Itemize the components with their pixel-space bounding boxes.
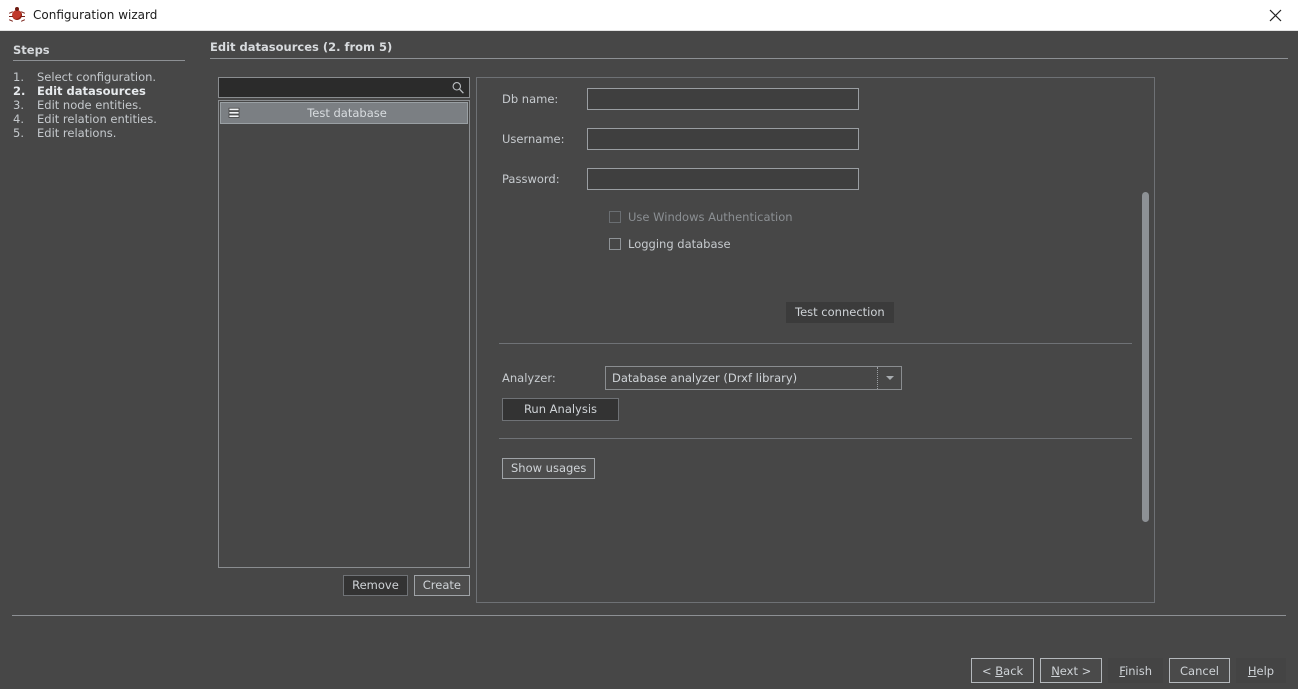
content-divider <box>210 58 1288 59</box>
logging-database-label: Logging database <box>628 237 731 251</box>
finish-button[interactable]: Finish <box>1108 658 1164 683</box>
help-button[interactable]: Help <box>1236 658 1286 683</box>
step-item-5: 5. Edit relations. <box>0 126 200 140</box>
analyzer-select[interactable]: Database analyzer (Drxf library) <box>605 366 902 390</box>
main-panel: Test database Remove Create Db name: Use… <box>211 71 1161 609</box>
list-item[interactable]: Test database <box>220 102 468 124</box>
db-name-input[interactable] <box>587 88 859 110</box>
username-input[interactable] <box>587 128 859 150</box>
step-number: 2. <box>13 84 26 98</box>
password-label: Password: <box>502 172 560 186</box>
datasource-list-panel: Test database Remove Create <box>218 77 470 596</box>
logging-database-checkbox-row[interactable]: Logging database <box>609 235 1154 253</box>
cancel-button[interactable]: Cancel <box>1169 658 1230 683</box>
divider-above-show-usages <box>499 438 1132 439</box>
step-item-1: 1. Select configuration. <box>0 70 200 84</box>
step-label: Select configuration. <box>37 70 157 84</box>
analyzer-row: Analyzer: Database analyzer (Drxf librar… <box>477 366 1154 390</box>
bottom-divider <box>12 615 1286 616</box>
use-windows-auth-label: Use Windows Authentication <box>628 210 793 224</box>
password-row: Password: <box>477 168 1154 190</box>
db-name-label: Db name: <box>502 92 559 106</box>
step-label: Edit datasources <box>37 84 146 98</box>
step-label: Edit relation entities. <box>37 112 157 126</box>
back-button[interactable]: < Back <box>970 658 1035 683</box>
next-button[interactable]: Next > <box>1040 658 1103 683</box>
analyzer-selected-value: Database analyzer (Drxf library) <box>612 371 798 385</box>
window-title: Configuration wizard <box>33 8 158 22</box>
step-item-2: 2. Edit datasources <box>0 84 200 98</box>
username-label: Username: <box>502 132 565 146</box>
form-inner: Db name: Username: Password: Use Windows… <box>477 78 1154 602</box>
step-number: 3. <box>13 98 24 112</box>
step-number: 5. <box>13 126 24 140</box>
checkbox-icon[interactable] <box>609 238 621 250</box>
remove-button[interactable]: Remove <box>343 575 408 596</box>
steps-list: 1. Select configuration. 2. Edit datasou… <box>0 70 200 140</box>
search-input[interactable] <box>219 78 469 97</box>
step-number: 1. <box>13 70 24 84</box>
step-number: 4. <box>13 112 24 126</box>
wizard-button-bar: < Back Next > Finish Cancel Help <box>970 658 1286 683</box>
content-header: Edit datasources (2. from 5) <box>210 40 1288 59</box>
steps-divider <box>13 60 185 61</box>
database-icon <box>227 106 241 120</box>
step-label: Edit relations. <box>37 126 117 140</box>
password-input[interactable] <box>587 168 859 190</box>
steps-heading: Steps <box>13 43 50 57</box>
step-label: Edit node entities. <box>37 98 142 112</box>
step-item-4: 4. Edit relation entities. <box>0 112 200 126</box>
username-row: Username: <box>477 128 1154 150</box>
test-connection-row: Test connection <box>477 302 1154 323</box>
use-windows-auth-checkbox-row[interactable]: Use Windows Authentication <box>609 208 1154 226</box>
test-connection-button[interactable]: Test connection <box>786 302 894 323</box>
show-usages-button[interactable]: Show usages <box>502 458 596 479</box>
create-button[interactable]: Create <box>413 575 470 596</box>
step-item-3: 3. Edit node entities. <box>0 98 200 112</box>
close-icon[interactable] <box>1253 0 1298 30</box>
divider-above-analyzer <box>499 343 1132 344</box>
show-usages-row: Show usages <box>502 458 1154 479</box>
window-titlebar: Configuration wizard <box>0 0 1298 31</box>
datasource-listbox[interactable]: Test database <box>218 100 470 568</box>
scrollbar-thumb[interactable] <box>1142 192 1149 522</box>
list-action-buttons: Remove Create <box>218 575 470 596</box>
search-box[interactable] <box>218 77 470 98</box>
list-item-label: Test database <box>307 106 387 120</box>
chevron-down-icon[interactable] <box>879 376 901 380</box>
run-analysis-button[interactable]: Run Analysis <box>502 398 619 421</box>
checkbox-icon[interactable] <box>609 211 621 223</box>
bug-icon <box>8 7 26 23</box>
run-analysis-row: Run Analysis <box>502 398 1154 421</box>
form-vertical-scrollbar[interactable] <box>1138 79 1153 601</box>
page-title: Edit datasources (2. from 5) <box>210 40 393 54</box>
steps-sidebar: Steps 1. Select configuration. 2. Edit d… <box>0 31 200 140</box>
analyzer-label: Analyzer: <box>502 371 556 385</box>
db-name-row: Db name: <box>477 88 1154 110</box>
datasource-form-panel: Db name: Username: Password: Use Windows… <box>476 77 1155 603</box>
